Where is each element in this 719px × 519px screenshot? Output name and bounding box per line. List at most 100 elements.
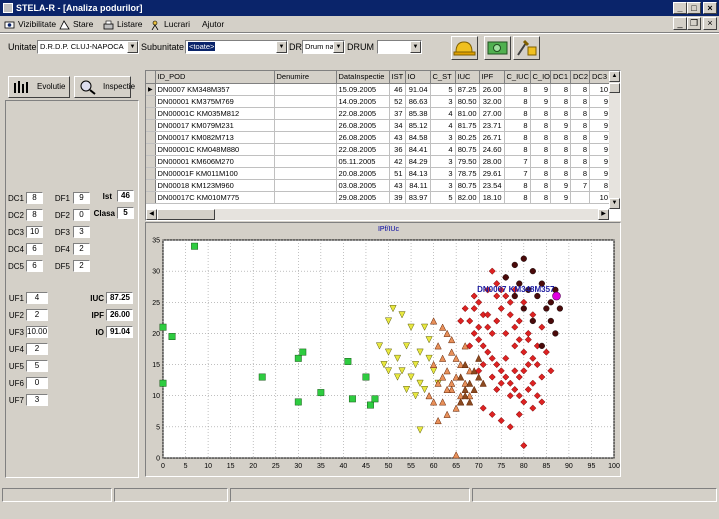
column-header[interactable]: DataInspectie — [336, 71, 390, 84]
table-cell[interactable]: 87.25 — [455, 83, 480, 96]
table-cell[interactable]: 8 — [550, 131, 572, 144]
table-row[interactable]: DN00001 KM375M769 14.09.2005 52 86.63 3 80.50… — [146, 95, 612, 108]
table-cell[interactable]: 8 — [570, 155, 591, 168]
row-indicator[interactable] — [146, 119, 156, 132]
money-button[interactable] — [484, 36, 511, 60]
table-cell[interactable]: 8 — [504, 131, 531, 144]
df-field[interactable]: 0 — [73, 209, 90, 221]
table-cell[interactable]: 8 — [550, 155, 572, 168]
table-cell[interactable]: 8 — [530, 119, 552, 132]
table-cell[interactable]: 8 — [530, 191, 552, 204]
table-cell[interactable]: 8 — [570, 143, 591, 156]
table-cell[interactable]: 79.50 — [455, 155, 480, 168]
row-indicator[interactable] — [146, 131, 156, 144]
menu-vizibilitate[interactable]: Vizibilitate — [4, 16, 56, 32]
table-cell[interactable]: 24.60 — [479, 143, 505, 156]
close-button[interactable]: × — [703, 2, 717, 14]
column-header[interactable]: DC3 — [589, 71, 612, 84]
table-cell[interactable]: 9 — [530, 83, 552, 96]
menu-ajutor[interactable]: Ajutor — [188, 16, 224, 32]
uf-field[interactable]: 5 — [26, 360, 48, 372]
scroll-left-icon[interactable]: ◀ — [146, 209, 157, 220]
uf-field[interactable]: 2 — [26, 309, 48, 321]
table-row[interactable]: DN00001F KM011M100 20.08.2005 51 84.13 3 78.7… — [146, 167, 612, 180]
vertical-scrollbar[interactable]: ▲ ▼ — [609, 71, 620, 209]
column-header[interactable]: C_ST — [430, 71, 456, 84]
table-cell[interactable]: 23.71 — [479, 119, 505, 132]
table-cell[interactable]: 43 — [389, 131, 406, 144]
table-cell[interactable]: 22.08.2005 — [336, 143, 390, 156]
table-cell[interactable]: 82.00 — [455, 191, 480, 204]
table-row[interactable]: DN00001 KM606M270 05.11.2005 42 84.29 3 79.50… — [146, 155, 612, 168]
table-cell[interactable] — [570, 191, 591, 204]
menu-lucrari[interactable]: Lucrari — [150, 16, 190, 32]
table-row[interactable]: DN00017 KM082M713 26.08.2005 43 84.58 3 80.25… — [146, 131, 612, 144]
table-cell[interactable]: 9 — [589, 107, 612, 120]
table-cell[interactable]: 9 — [589, 95, 612, 108]
table-cell[interactable]: 9 — [589, 143, 612, 156]
table-cell[interactable]: 9 — [550, 191, 572, 204]
table-cell[interactable]: 4 — [430, 119, 456, 132]
table-cell[interactable]: 26.00 — [479, 83, 505, 96]
table-cell[interactable]: 14.09.2005 — [336, 95, 390, 108]
iuc-field[interactable]: 87.25 — [106, 292, 133, 304]
dc-field[interactable]: 10 — [26, 226, 43, 238]
maximize-button[interactable]: □ — [687, 2, 701, 14]
table-cell[interactable]: 84.29 — [405, 155, 431, 168]
dr-select[interactable]: Drum na ▼ — [302, 40, 345, 54]
table-cell[interactable]: 3 — [430, 167, 456, 180]
table-cell[interactable]: 8 — [550, 167, 572, 180]
table-cell[interactable]: 26.71 — [479, 131, 505, 144]
table-cell[interactable]: 26.08.2005 — [336, 119, 390, 132]
table-cell[interactable]: 5 — [430, 83, 456, 96]
subunitate-select[interactable]: <toate> ▼ — [185, 40, 288, 54]
table-cell[interactable]: DN00001C KM035M812 — [155, 107, 275, 120]
table-row[interactable]: DN00017 KM079M231 26.08.2005 34 85.12 4 81.75… — [146, 119, 612, 132]
column-header[interactable]: Denumire — [274, 71, 337, 84]
table-cell[interactable]: 86.63 — [405, 95, 431, 108]
table-cell[interactable]: 8 — [504, 107, 531, 120]
table-cell[interactable]: DN00017C KM010M775 — [155, 191, 275, 204]
table-cell[interactable]: 5 — [430, 191, 456, 204]
column-header[interactable]: DC1 — [550, 71, 572, 84]
table-cell[interactable]: DN00001 KM606M270 — [155, 155, 275, 168]
table-cell[interactable]: 8 — [570, 83, 591, 96]
table-cell[interactable]: 4 — [430, 107, 456, 120]
table-cell[interactable]: 9 — [589, 155, 612, 168]
table-cell[interactable]: 7 — [504, 155, 531, 168]
column-header[interactable]: IUC — [455, 71, 480, 84]
hardhat-button[interactable] — [451, 36, 478, 60]
table-cell[interactable]: 8 — [570, 131, 591, 144]
table-cell[interactable]: 8 — [530, 155, 552, 168]
table-cell[interactable]: DN00001 KM375M769 — [155, 95, 275, 108]
table-cell[interactable]: 8 — [530, 107, 552, 120]
table-cell[interactable] — [274, 155, 337, 168]
table-cell[interactable]: 10 — [589, 191, 612, 204]
df-field[interactable]: 2 — [73, 260, 90, 272]
column-header[interactable]: IST — [389, 71, 406, 84]
table-cell[interactable]: 42 — [389, 155, 406, 168]
table-cell[interactable] — [274, 119, 337, 132]
table-cell[interactable]: 03.08.2005 — [336, 179, 390, 192]
table-cell[interactable]: 80.25 — [455, 131, 480, 144]
column-header[interactable]: IPF — [479, 71, 505, 84]
table-cell[interactable]: 84.13 — [405, 167, 431, 180]
table-row[interactable]: DN00018 KM123M960 03.08.2005 43 84.11 3 80.75… — [146, 179, 612, 192]
table-cell[interactable]: 3 — [430, 155, 456, 168]
row-indicator[interactable] — [146, 95, 156, 108]
df-field[interactable]: 9 — [73, 192, 90, 204]
dc-field[interactable]: 6 — [26, 260, 43, 272]
table-cell[interactable]: 9 — [530, 95, 552, 108]
column-header[interactable]: DC2 — [570, 71, 591, 84]
table-cell[interactable]: 43 — [389, 179, 406, 192]
dc-field[interactable]: 8 — [26, 209, 43, 221]
horizontal-scrollbar[interactable]: ◀ ▶ — [146, 209, 609, 220]
table-cell[interactable]: 29.08.2005 — [336, 191, 390, 204]
table-cell[interactable]: 84.58 — [405, 131, 431, 144]
menu-listare[interactable]: Listare — [103, 16, 143, 32]
uf-field[interactable]: 4 — [26, 292, 48, 304]
table-cell[interactable]: 36 — [389, 143, 406, 156]
table-cell[interactable]: 34 — [389, 119, 406, 132]
table-cell[interactable]: 3 — [430, 131, 456, 144]
scroll-thumb[interactable] — [609, 83, 620, 93]
